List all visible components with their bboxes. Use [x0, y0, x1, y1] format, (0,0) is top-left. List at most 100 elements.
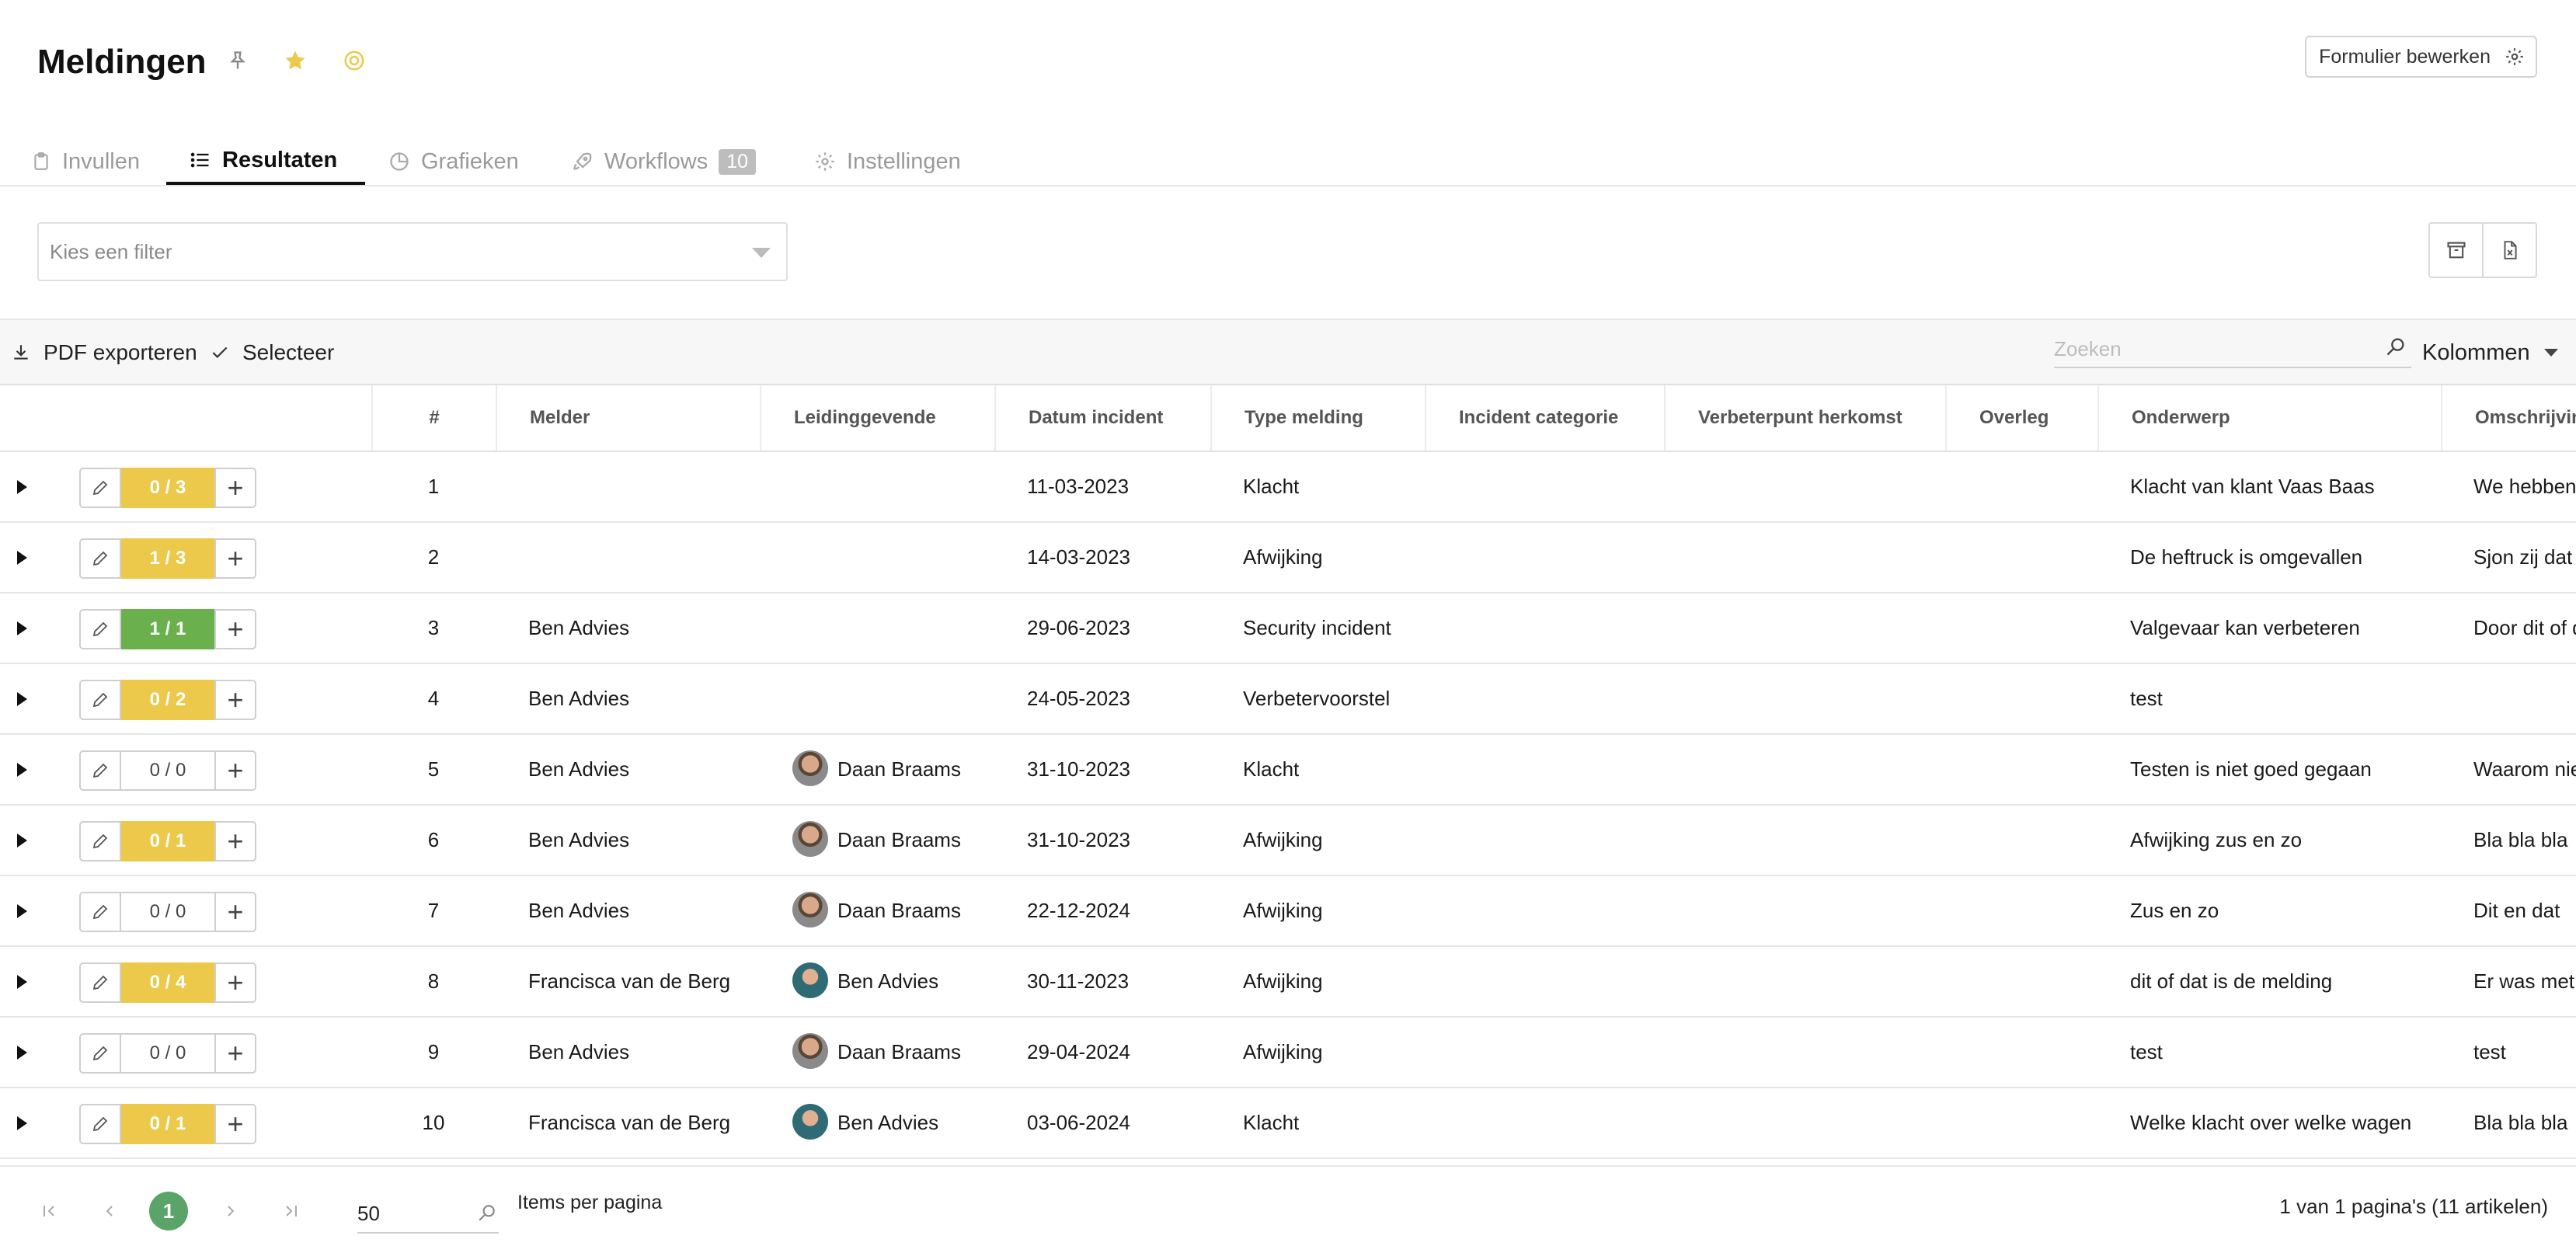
tab-invullen[interactable]: Invullen: [31, 140, 140, 183]
column-header-omschrijving[interactable]: Omschrijving: [2441, 385, 2576, 451]
archive-button[interactable]: [2430, 224, 2484, 277]
table-row[interactable]: 0 / 3 +1 11-03-2023 Klacht Klacht van klant …: [0, 452, 2576, 523]
table-row[interactable]: 0 / 0 +7 Ben Advies Daan Braams 22-12-2024 Af…: [0, 876, 2576, 947]
items-per-page-input[interactable]: 50: [357, 1193, 499, 1234]
edit-row-button[interactable]: [79, 962, 121, 1003]
pagination-bar: 1 50 Items per pagina 1 van 1 pagina's (…: [0, 1165, 2576, 1246]
search-icon: [477, 1202, 497, 1223]
table-row[interactable]: 1 / 1 +3 Ben Advies 29-06-2023 Security inci…: [0, 593, 2576, 664]
task-progress-badge[interactable]: 1 / 3: [121, 538, 214, 579]
column-header-leidinggevende[interactable]: Leidinggevende: [760, 385, 994, 451]
chevron-down-icon: [752, 248, 771, 258]
star-icon[interactable]: [280, 45, 311, 76]
column-header-melder[interactable]: Melder: [496, 385, 760, 451]
edit-row-button[interactable]: [79, 1104, 121, 1144]
expand-row-icon[interactable]: [17, 763, 27, 777]
cell-melder: Ben Advies: [528, 757, 630, 781]
add-task-button[interactable]: +: [214, 609, 256, 649]
cell-number: 1: [427, 475, 440, 498]
tab-workflows[interactable]: Workflows 10: [572, 140, 757, 183]
expand-row-icon[interactable]: [17, 1046, 27, 1060]
gear-icon: [814, 151, 836, 172]
filter-select[interactable]: Kies een filter: [37, 222, 788, 281]
check-icon: [210, 343, 230, 363]
prev-page-icon[interactable]: [90, 1192, 129, 1230]
pdf-export-button[interactable]: PDF exporteren: [11, 320, 197, 385]
cell-type: Klacht: [1243, 757, 1300, 781]
add-task-button[interactable]: +: [214, 468, 256, 508]
table-row[interactable]: 0 / 0 +5 Ben Advies Daan Braams 31-10-2023 Kl…: [0, 735, 2576, 806]
cell-leidinggevende: Ben Advies: [792, 1088, 994, 1157]
task-progress-badge[interactable]: 0 / 3: [121, 468, 214, 508]
pie-chart-icon: [388, 151, 410, 172]
column-header-verbeterpunt[interactable]: Verbeterpunt herkomst: [1664, 385, 1945, 451]
add-task-button[interactable]: +: [214, 892, 256, 932]
edit-row-button[interactable]: [79, 680, 121, 720]
cell-omschrijving: Sjon zij dat: [2473, 545, 2573, 569]
table-row[interactable]: 0 / 4 +8 Francisca van de Berg Ben Advies 30…: [0, 947, 2576, 1018]
add-task-button[interactable]: +: [214, 821, 256, 861]
task-progress-badge[interactable]: 0 / 1: [121, 821, 214, 861]
edit-row-button[interactable]: [79, 609, 121, 649]
column-header-onderwerp[interactable]: Onderwerp: [2097, 385, 2441, 451]
task-progress-badge[interactable]: 0 / 2: [121, 680, 214, 720]
next-page-icon[interactable]: [211, 1192, 250, 1230]
expand-row-icon[interactable]: [17, 692, 27, 706]
task-progress-badge[interactable]: 1 / 1: [121, 609, 214, 649]
table-row[interactable]: 0 / 0 +9 Ben Advies Daan Braams 29-04-2024 Af…: [0, 1018, 2576, 1088]
expand-row-icon[interactable]: [17, 834, 27, 847]
expand-row-icon[interactable]: [17, 621, 27, 635]
row-actions: 0 / 0 +: [79, 1033, 256, 1074]
expand-row-icon[interactable]: [17, 904, 27, 918]
expand-row-icon[interactable]: [17, 1116, 27, 1130]
edit-row-button[interactable]: [79, 750, 121, 791]
target-icon[interactable]: [339, 45, 370, 76]
avatar: [792, 1033, 828, 1070]
search-input[interactable]: Zoeken: [2054, 331, 2411, 368]
add-task-button[interactable]: +: [214, 750, 256, 791]
table-row[interactable]: 0 / 1 +10 Francisca van de Berg Ben Advies 0…: [0, 1088, 2576, 1159]
task-progress-badge[interactable]: 0 / 1: [121, 1104, 214, 1144]
task-progress-badge[interactable]: 0 / 4: [121, 962, 214, 1003]
cell-leidinggevende: [792, 664, 994, 733]
add-task-button[interactable]: +: [214, 1104, 256, 1144]
first-page-icon[interactable]: [30, 1192, 68, 1230]
task-progress-badge[interactable]: 0 / 0: [121, 750, 214, 791]
edit-row-button[interactable]: [79, 1033, 121, 1074]
current-page[interactable]: 1: [149, 1192, 188, 1230]
expand-row-icon[interactable]: [17, 480, 27, 494]
leidinggevende-name: Ben Advies: [837, 1111, 939, 1134]
tab-grafieken[interactable]: Grafieken: [388, 140, 519, 183]
columns-dropdown[interactable]: Kolommen: [2422, 320, 2558, 385]
expand-row-icon[interactable]: [17, 551, 27, 565]
expand-row-icon[interactable]: [17, 975, 27, 989]
table-row[interactable]: 1 / 3 +2 14-03-2023 Afwijking De heftruck is…: [0, 523, 2576, 593]
task-progress-badge[interactable]: 0 / 0: [121, 892, 214, 932]
edit-row-button[interactable]: [79, 538, 121, 579]
edit-row-button[interactable]: [79, 892, 121, 932]
table-row[interactable]: 0 / 2 +4 Ben Advies 24-05-2023 Verbetervoors…: [0, 664, 2576, 735]
select-button[interactable]: Selecteer: [210, 320, 334, 385]
last-page-icon[interactable]: [272, 1192, 311, 1230]
column-header-type[interactable]: Type melding: [1210, 385, 1425, 451]
add-task-button[interactable]: +: [214, 1033, 256, 1074]
pin-icon[interactable]: [222, 45, 253, 76]
column-header-datum[interactable]: Datum incident: [994, 385, 1210, 451]
table-row[interactable]: 0 / 1 +6 Ben Advies Daan Braams 31-10-2023 Af…: [0, 806, 2576, 876]
cell-type: Security incident: [1243, 616, 1391, 639]
column-header-overleg[interactable]: Overleg: [1945, 385, 2097, 451]
edit-row-button[interactable]: [79, 821, 121, 861]
cell-omschrijving: Er was met: [2473, 969, 2575, 993]
edit-row-button[interactable]: [79, 468, 121, 508]
add-task-button[interactable]: +: [214, 962, 256, 1003]
tab-instellingen[interactable]: Instellingen: [814, 140, 961, 183]
edit-form-button[interactable]: Formulier bewerken: [2305, 36, 2537, 78]
column-header-incident-categorie[interactable]: Incident categorie: [1425, 385, 1664, 451]
column-header-number[interactable]: #: [371, 385, 496, 451]
add-task-button[interactable]: +: [214, 680, 256, 720]
add-task-button[interactable]: +: [214, 538, 256, 579]
tab-resultaten[interactable]: Resultaten: [166, 140, 366, 185]
task-progress-badge[interactable]: 0 / 0: [121, 1033, 214, 1074]
row-actions: 1 / 1 +: [79, 609, 256, 649]
excel-export-button[interactable]: [2484, 224, 2536, 277]
